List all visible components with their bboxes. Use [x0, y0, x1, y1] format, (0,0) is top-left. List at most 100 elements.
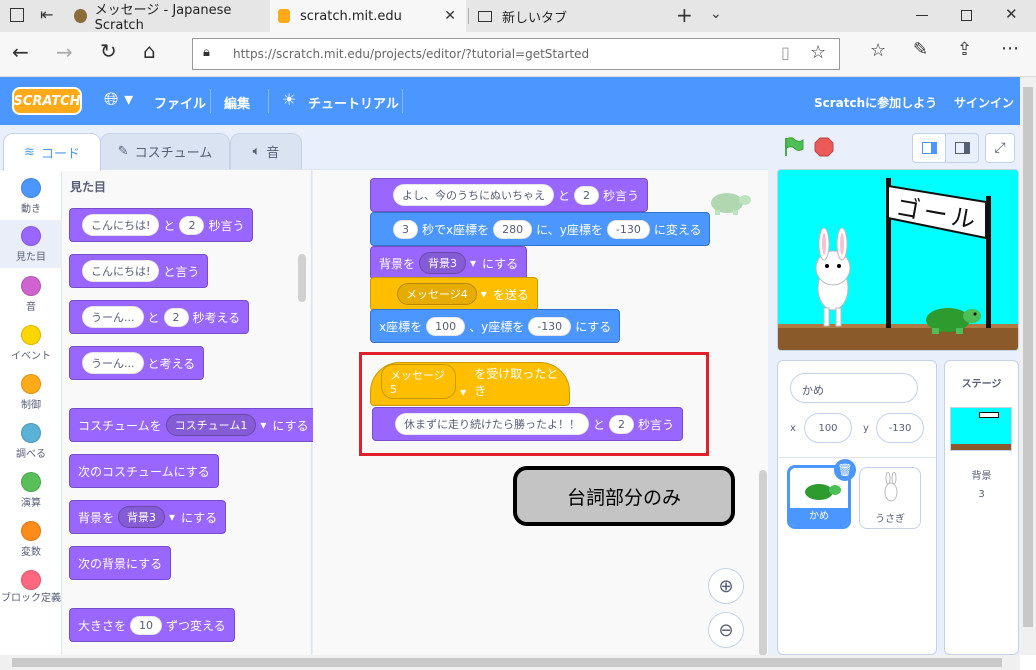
- sprite-thumb-usagi[interactable]: うさぎ: [859, 467, 921, 529]
- reading-view-icon[interactable]: ▯: [781, 43, 790, 62]
- scratch-menu-bar: SCRATCH 🌐︎ ▾ ファイル 編集 ☀︎ チュートリアル Scratchに…: [0, 77, 1036, 125]
- signin-link[interactable]: サインイン: [954, 94, 1014, 111]
- zoom-in-button[interactable]: ⊕: [708, 568, 744, 604]
- back-tabs-icon[interactable]: ⇤: [40, 5, 53, 24]
- forward-arrow-icon[interactable]: →: [56, 40, 73, 64]
- dropdown-arrow-icon: ▾: [470, 256, 477, 270]
- globe-favicon-icon: [74, 9, 87, 23]
- tab-new[interactable]: 新しいタブ: [470, 0, 666, 32]
- pen-notes-icon[interactable]: ✎: [913, 39, 928, 60]
- category-events[interactable]: イベント: [0, 325, 62, 362]
- hat-block-when-receive[interactable]: メッセージ5 ▾ を受け取ったとき: [370, 362, 570, 406]
- turtle-sprite-watermark: [703, 186, 753, 216]
- block-switch-backdrop[interactable]: 背景を 背景3 ▾ にする: [370, 246, 528, 280]
- small-stage-button[interactable]: [912, 133, 946, 163]
- tab-sound[interactable]: 🔈︎ 音: [230, 133, 302, 169]
- minimize-icon[interactable]: [916, 15, 928, 16]
- lock-icon: 🔒︎: [203, 45, 210, 60]
- block-go-to-xy[interactable]: x座標を 100 、y座標を -130 にする: [370, 309, 621, 343]
- more-menu-icon[interactable]: ⋯: [1001, 38, 1019, 59]
- dropdown-arrow-icon: ▾: [260, 418, 267, 432]
- tab-costume[interactable]: ✎ コスチューム: [100, 133, 230, 169]
- green-flag-icon[interactable]: [782, 136, 804, 158]
- category-myblocks[interactable]: ブロック定義: [0, 570, 62, 606]
- y-value: -130: [888, 422, 912, 434]
- zoom-out-button[interactable]: ⊖: [708, 612, 744, 648]
- category-control[interactable]: 制御: [0, 374, 62, 411]
- sprite-name-value: かめ: [802, 384, 824, 397]
- home-icon[interactable]: ⌂: [143, 39, 156, 63]
- large-stage-button[interactable]: [945, 133, 979, 163]
- block-say-for-secs[interactable]: よし、今のうちにぬいちゃえと 2 秒言う: [370, 178, 649, 212]
- block-think-for-secs[interactable]: うーん... と 2 秒考える: [69, 300, 250, 334]
- new-tab-icon[interactable]: +: [676, 3, 693, 27]
- delete-sprite-button[interactable]: 🗑︎: [834, 459, 856, 481]
- block-switch-backdrop[interactable]: 背景を 背景3 ▾ にする: [69, 500, 227, 534]
- stage-canvas[interactable]: ゴール: [777, 169, 1019, 351]
- block-say-for-secs[interactable]: こんにちは! と 2 秒言う: [69, 208, 254, 242]
- zoom-in-icon: ⊕: [718, 575, 734, 597]
- script-area: よし、今のうちにぬいちゃえと 2 秒言う 3 秒でx座標を 280 に、y座標を -130 に…: [313, 169, 768, 656]
- palette-heading: 見た目: [70, 180, 107, 194]
- menu-edit[interactable]: 編集: [224, 93, 250, 112]
- scratch-logo[interactable]: SCRATCH: [12, 87, 82, 115]
- palette-scrollbar[interactable]: [298, 254, 306, 302]
- category-menu: 動き 見た目 音 イベント 制御 調べる 演算 変数 ブロック定義: [0, 169, 62, 655]
- tab-japanese-scratch[interactable]: メッセージ - Japanese Scratch: [66, 0, 266, 33]
- tab-label: scratch.mit.edu: [300, 8, 402, 24]
- language-globe-icon[interactable]: 🌐︎ ▾: [104, 89, 133, 110]
- dropdown-arrow-icon: ▾: [169, 510, 176, 524]
- favorite-star-icon[interactable]: ☆: [810, 42, 826, 63]
- menu-tutorial[interactable]: チュートリアル: [308, 93, 399, 112]
- tab-scratch-mit[interactable]: scratch.mit.edu ✕: [270, 0, 466, 32]
- x-field[interactable]: 100: [804, 413, 852, 443]
- block-change-size[interactable]: 大きさを 10 ずつ変える: [69, 608, 235, 642]
- category-sensing[interactable]: 調べる: [0, 423, 62, 460]
- close-window-icon[interactable]: ✕: [1005, 5, 1018, 23]
- tab-label: メッセージ - Japanese Scratch: [94, 3, 232, 33]
- favorites-list-icon[interactable]: ☆: [870, 40, 886, 61]
- block-think[interactable]: うーん... と考える: [69, 346, 205, 380]
- sprite-thumb-label: うさぎ: [875, 514, 905, 525]
- page-scrollbar-vertical[interactable]: [1020, 77, 1036, 655]
- speaker-icon: 🔈︎: [252, 144, 261, 159]
- x-value: 100: [818, 422, 838, 434]
- share-icon[interactable]: ⇪: [957, 39, 972, 60]
- maximize-icon[interactable]: [961, 10, 972, 21]
- backdrop-thumbnail[interactable]: [950, 407, 1012, 451]
- x-label: x: [790, 423, 796, 434]
- message-dropdown[interactable]: メッセージ5: [381, 364, 457, 399]
- url-text[interactable]: https://scratch.mit.edu/projects/editor/…: [233, 47, 589, 61]
- code-icon: ≋: [24, 145, 35, 160]
- script-scrollbar[interactable]: [759, 470, 767, 656]
- close-tab-icon[interactable]: ✕: [444, 8, 456, 24]
- refresh-icon[interactable]: ↻: [100, 39, 117, 63]
- block-glide-to-xy[interactable]: 3 秒でx座標を 280 に、y座標を -130 に変える: [370, 212, 711, 246]
- chevron-down-icon[interactable]: ⌄: [710, 6, 722, 22]
- category-operators[interactable]: 演算: [0, 472, 62, 509]
- url-bar[interactable]: 🔒︎ https://scratch.mit.edu/projects/edit…: [192, 38, 840, 70]
- scratch-favicon-icon: [278, 9, 290, 23]
- join-scratch-link[interactable]: Scratchに参加しよう: [814, 94, 937, 111]
- block-next-costume[interactable]: 次のコスチュームにする: [69, 454, 219, 488]
- small-stage-icon: [922, 142, 937, 154]
- block-broadcast[interactable]: メッセージ4 ▾ を送る: [370, 277, 538, 311]
- sprite-info-pane: かめ x 100 y -130 かめ 🗑︎ うさぎ: [777, 360, 937, 655]
- category-looks[interactable]: 見た目: [0, 220, 62, 268]
- category-variables[interactable]: 変数: [0, 521, 62, 558]
- browser-tab-bar: ⇤ メッセージ - Japanese Scratch scratch.mit.e…: [0, 0, 1036, 33]
- block-next-backdrop[interactable]: 次の背景にする: [69, 546, 172, 580]
- category-motion[interactable]: 動き: [0, 178, 62, 215]
- tab-preview-icon[interactable]: [10, 8, 24, 22]
- y-field[interactable]: -130: [876, 413, 924, 443]
- back-arrow-icon[interactable]: ←: [12, 40, 29, 64]
- block-say[interactable]: こんにちは! と言う: [69, 254, 209, 288]
- fullscreen-button[interactable]: ⤢: [985, 133, 1015, 163]
- stop-icon[interactable]: [814, 137, 834, 157]
- menu-file[interactable]: ファイル: [154, 93, 206, 112]
- block-switch-costume[interactable]: コスチュームを コスチューム1 ▾ にする: [69, 408, 318, 442]
- page-scrollbar-horizontal[interactable]: [0, 655, 1020, 670]
- category-sound[interactable]: 音: [0, 276, 62, 313]
- tab-code[interactable]: ≋ コード: [3, 133, 101, 171]
- block-say-for-secs-highlighted[interactable]: 休まずに走り続けたら勝ったよ！！と 2 秒言う: [372, 407, 684, 441]
